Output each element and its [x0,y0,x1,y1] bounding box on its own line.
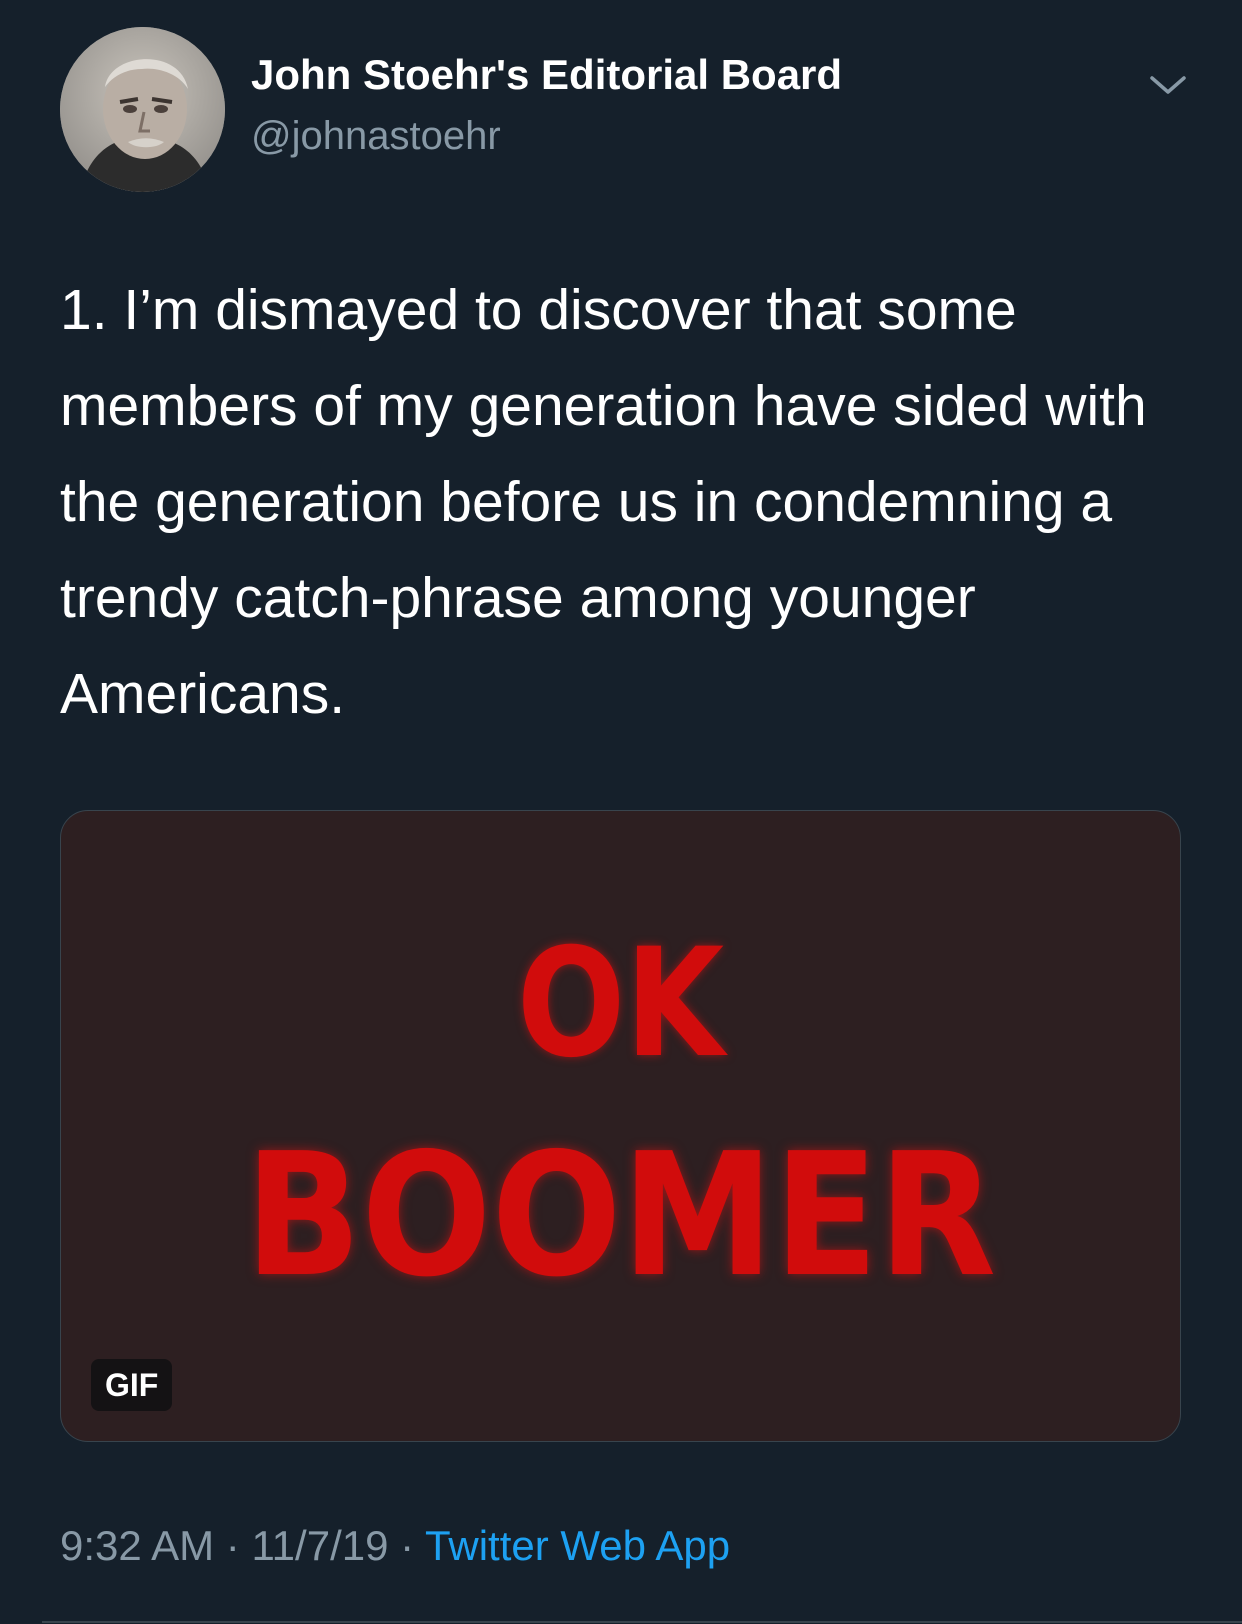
gif-badge: GIF [91,1359,173,1411]
avatar-photo [60,27,225,192]
chevron-down-icon [1150,76,1186,94]
tweet-meta: 9:32 AM · 11/7/19 · Twitter Web App [60,1520,730,1572]
meta-separator: · [214,1522,252,1569]
tweet-date[interactable]: 11/7/19 [251,1522,388,1569]
gif-text-ok: OK [516,917,725,1091]
divider [42,1621,1242,1623]
tweet-menu-button[interactable] [1146,70,1190,100]
author-handle[interactable]: @johnastoehr [251,112,501,160]
meta-separator: · [388,1522,426,1569]
tweet-text: 1. I’m dismayed to discover that some me… [60,278,1163,726]
gif-media[interactable]: OK BOOMER GIF [60,810,1181,1442]
avatar[interactable] [60,27,225,192]
tweet: John Stoehr's Editorial Board @johnastoe… [0,0,1242,1624]
tweet-source-link[interactable]: Twitter Web App [425,1522,730,1569]
tweet-time[interactable]: 9:32 AM [60,1522,214,1569]
author-display-name[interactable]: John Stoehr's Editorial Board [251,50,842,100]
gif-image: OK BOOMER [61,811,1180,1441]
gif-text-boomer: BOOMER [244,1117,997,1315]
